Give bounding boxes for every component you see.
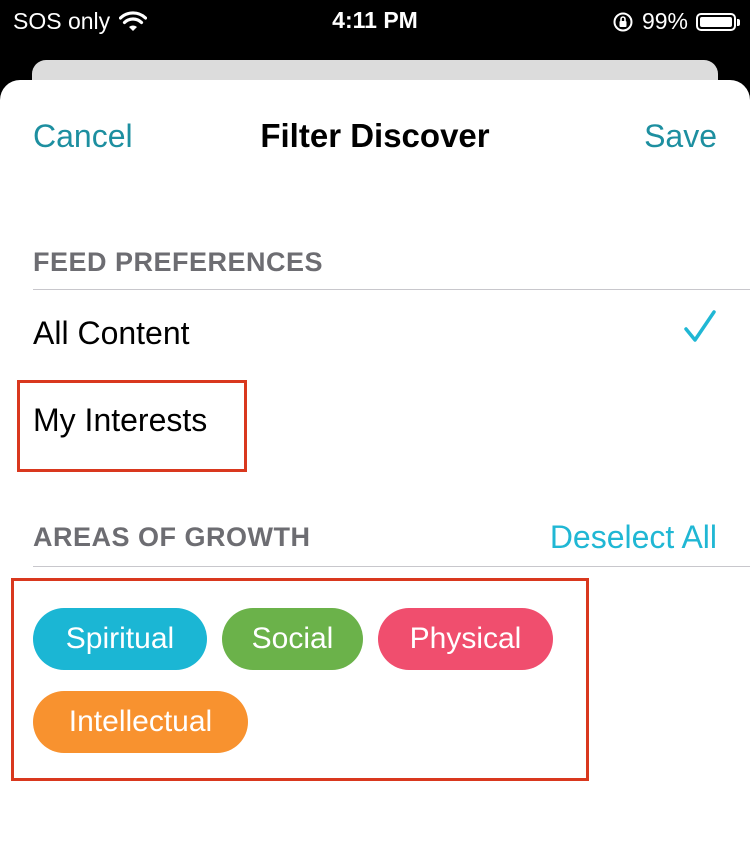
status-bar: SOS only 4:11 PM 99% (0, 0, 750, 44)
page-title: Filter Discover (260, 117, 490, 154)
divider (33, 289, 750, 290)
chip-physical[interactable]: Physical (378, 608, 553, 670)
save-button[interactable]: Save (644, 118, 717, 155)
orientation-lock-icon (613, 12, 633, 31)
option-all-content-label: All Content (33, 315, 190, 351)
filter-sheet: Cancel Filter Discover Save FEED PREFERE… (0, 80, 750, 864)
checkmark-icon (684, 310, 716, 342)
highlight-my-interests (17, 380, 247, 472)
option-all-content[interactable]: All Content (33, 310, 717, 352)
deselect-all-button[interactable]: Deselect All (550, 519, 717, 556)
divider (33, 566, 750, 567)
chip-social[interactable]: Social (222, 608, 363, 670)
battery-icon (696, 12, 740, 31)
chip-spiritual[interactable]: Spiritual (33, 608, 207, 670)
feed-preferences-header: FEED PREFERENCES (33, 247, 324, 277)
battery-percent: 99% (641, 8, 688, 34)
chip-intellectual[interactable]: Intellectual (33, 691, 248, 753)
status-right: 99% (612, 8, 740, 35)
nav-bar: Cancel Filter Discover Save (0, 80, 750, 192)
